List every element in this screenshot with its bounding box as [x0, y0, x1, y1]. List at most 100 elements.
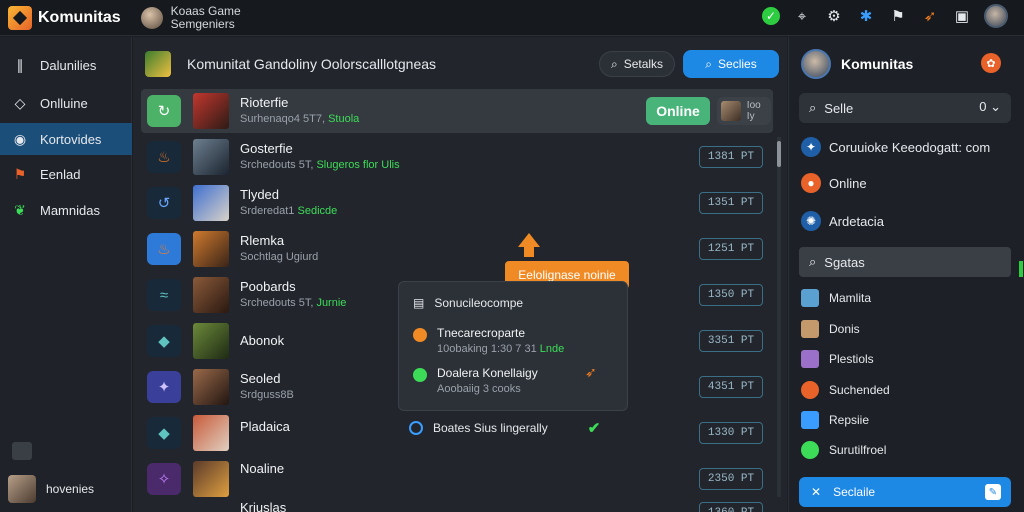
notification-popup: ▤ Sonucileocompe Tnecarecroparte 10obaki… [398, 281, 628, 411]
row-name: Tlyded [240, 187, 280, 202]
section-search[interactable]: ⌕ Sgatas [799, 247, 1011, 277]
diamond-icon: ◆ [147, 417, 181, 449]
scrollbar-thumb[interactable] [777, 141, 781, 167]
table-row[interactable]: ✧ Noaline 2350 PT [141, 457, 773, 501]
popup-header-label: Sonucileocompe [434, 296, 524, 310]
tooltip-arrow-stem [524, 245, 534, 257]
list-item[interactable]: Repsiie [801, 411, 869, 429]
sidebar-item-onlluine[interactable]: ◇ Onlluine [0, 87, 132, 119]
table-row[interactable]: Kriuslas 1360 PT [141, 498, 773, 512]
list-item[interactable]: Plestiols [801, 350, 874, 368]
bottom-user[interactable]: hovenies [8, 475, 94, 503]
points-tag: 3351 PT [699, 330, 763, 352]
popup-item[interactable]: Tnecarecroparte 10obaking 1:30 7 31 Lnde [413, 326, 564, 355]
online-avatar-chip[interactable]: Ioo Iy [717, 97, 771, 125]
popup-item-sub: Aoobaiig 3 cooks [437, 383, 521, 395]
table-row[interactable]: ♨ Gosterfie Srchedouts 5T, Slugeros flor… [141, 135, 773, 179]
bookmark-icon[interactable]: ⚑ [888, 6, 908, 26]
table-row[interactable]: ♨ Rlemka Sochtlag Ugiurd 1251 PT [141, 227, 773, 271]
list-item[interactable]: Suchended [801, 381, 890, 399]
footer-button[interactable]: ✕ Seclaile ✎ [799, 477, 1011, 507]
row-name: Seoled [240, 371, 281, 386]
crystal-icon: ✦ [147, 371, 181, 403]
points-tag: 1351 PT [699, 192, 763, 214]
user-chip[interactable]: Koaas Game Semgeniers [140, 4, 241, 31]
right-link[interactable]: ✦ Coruuioke Keeodogatt: com [801, 137, 990, 157]
search-placeholder: Selle [824, 100, 854, 116]
sidebar-item-mamnidas[interactable]: ❦ Mamnidas [0, 194, 132, 226]
circle-icon [409, 421, 423, 435]
sidebar-item-dalunilies[interactable]: ∥ Dalunilies [0, 49, 132, 81]
check-icon [413, 368, 427, 382]
main-content: Komunitat Gandoliny Oolorscalllotgneas ⌕… [133, 37, 787, 512]
bookmark-icon[interactable] [12, 442, 32, 460]
popup-item-sub: 10obaking 1:30 7 31 Lnde [437, 343, 565, 355]
search-icon: ⌕ [809, 100, 817, 115]
search-button[interactable]: ⌕ Setalks [599, 51, 675, 77]
chip-label: Ioo Iy [746, 100, 761, 122]
online-button[interactable]: Online [646, 97, 710, 125]
rocket-icon[interactable]: ➶ [920, 6, 940, 26]
table-row[interactable]: ↺ Tlyded Srderedat1 Sedicde 1351 PT [141, 181, 773, 225]
right-link[interactable]: ● Online [801, 173, 867, 193]
list-item[interactable]: Donis [801, 320, 860, 338]
right-link-label: Coruuioke Keeodogatt: com [829, 139, 991, 155]
cog-blue-icon[interactable]: ✱ [856, 6, 876, 26]
row-name: Gosterfie [240, 141, 293, 156]
share-icon[interactable]: ▣ [952, 6, 972, 26]
right-link[interactable]: ✺ Ardetacia [801, 211, 884, 231]
popup-header: ▤ Sonucileocompe [413, 296, 523, 310]
orange-dot-icon: ● [801, 173, 821, 193]
primary-search-button[interactable]: ⌕ Seclies [683, 50, 779, 78]
avatar[interactable] [801, 49, 831, 79]
game-thumbnail [193, 277, 229, 313]
check-icon[interactable]: ✓ [762, 7, 780, 25]
search-input[interactable]: ⌕ Selle 0 ⌄ [799, 93, 1011, 123]
right-panel: Komunitas ✿ ⌕ Selle 0 ⌄ ✦ Coruuioke Keeo… [788, 37, 1024, 512]
primary-button-label: Seclies [718, 57, 757, 71]
game-thumbnail [193, 461, 229, 497]
leaf-icon [801, 441, 819, 459]
flag-icon: ⚑ [13, 165, 27, 182]
status-line[interactable]: Boates Sius lingerally ✔ [409, 419, 600, 437]
left-sidebar: ∥ Dalunilies ◇ Onlluine ◉ Kortovides ⚑ E… [0, 37, 132, 512]
location-icon[interactable]: ⌖ [792, 6, 812, 26]
table-row[interactable]: ↻ Rioterfie Surhenaqo4 5T7, Stuola Onlin… [141, 89, 773, 133]
game-icon [801, 320, 819, 338]
list-item[interactable]: Mamlita [801, 289, 871, 307]
list-item[interactable]: Surutilfroel [801, 441, 886, 459]
scrollbar-track[interactable] [777, 137, 781, 497]
notification-badge-icon[interactable]: ✿ [981, 53, 1001, 73]
points-tag: 2350 PT [699, 468, 763, 490]
avatar [140, 6, 163, 29]
user-line-2: Semgeniers [170, 16, 235, 31]
game-icon [801, 381, 819, 399]
sidebar-item-eenlad[interactable]: ⚑ Eenlad [0, 158, 132, 190]
brand-logo [8, 5, 32, 30]
brand-name: Komunitas [38, 8, 121, 26]
bottom-user-name: hovenies [46, 482, 95, 496]
burst-icon: ✺ [801, 211, 821, 231]
row-sub: Srchedouts 5T, Slugeros flor Ulis [240, 159, 400, 171]
sidebar-item-kortovides[interactable]: ◉ Kortovides [0, 123, 132, 155]
game-thumbnail [193, 139, 229, 175]
profile-avatar[interactable] [984, 4, 1008, 28]
list-item-label: Surutilfroel [829, 443, 887, 457]
game-icon [801, 350, 819, 368]
search-icon: ⌕ [610, 56, 618, 71]
avatar [8, 475, 36, 503]
search-suffix[interactable]: 0 ⌄ [979, 99, 1001, 115]
brand[interactable]: Komunitas [8, 5, 121, 30]
sidebar-item-label: Onlluine [40, 95, 88, 111]
popup-item[interactable]: Doalera Konellaigy Aoobaiig 3 cooks [413, 366, 538, 395]
orange-dot-icon [413, 328, 427, 342]
torch-icon: ♨ [147, 141, 181, 173]
diamond-icon: ◇ [14, 94, 26, 111]
list-item-label: Repsiie [829, 413, 870, 427]
right-link-label: Ardetacia [829, 213, 884, 229]
row-name: Poobards [240, 279, 296, 294]
rocket-icon[interactable]: ➶ [585, 364, 597, 381]
refresh-icon: ↺ [147, 187, 181, 219]
game-thumbnail [193, 93, 229, 129]
gear-icon[interactable]: ⚙ [824, 6, 844, 26]
